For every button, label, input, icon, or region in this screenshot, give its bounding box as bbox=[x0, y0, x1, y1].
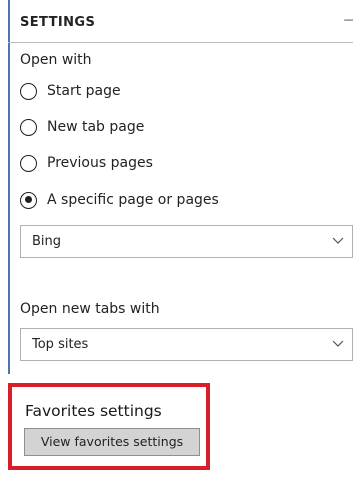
radio-previous-pages[interactable]: Previous pages bbox=[20, 152, 153, 174]
chevron-down-icon bbox=[332, 237, 344, 244]
radio-new-tab-page[interactable]: New tab page bbox=[20, 116, 144, 138]
pin-icon[interactable]: ⊣ bbox=[343, 13, 353, 29]
radio-icon[interactable] bbox=[20, 154, 37, 172]
open-new-tabs-label: Open new tabs with bbox=[20, 301, 160, 317]
open-with-label: Open with bbox=[20, 52, 92, 68]
specific-page-select[interactable]: Bing bbox=[20, 225, 353, 258]
select-value: Top sites bbox=[32, 337, 89, 352]
favorites-settings-heading: Favorites settings bbox=[25, 402, 162, 420]
settings-header: SETTINGS ⊣ bbox=[18, 0, 353, 44]
view-favorites-settings-button[interactable]: View favorites settings bbox=[24, 428, 200, 456]
new-tabs-select[interactable]: Top sites bbox=[20, 328, 353, 361]
radio-label: Previous pages bbox=[47, 155, 153, 171]
radio-icon[interactable] bbox=[20, 82, 37, 100]
chevron-down-icon bbox=[332, 340, 344, 347]
radio-icon[interactable] bbox=[20, 118, 37, 136]
select-value: Bing bbox=[32, 234, 62, 249]
settings-title: SETTINGS bbox=[20, 15, 96, 30]
header-divider bbox=[8, 42, 353, 43]
radio-start-page[interactable]: Start page bbox=[20, 80, 121, 102]
radio-label: A specific page or pages bbox=[47, 192, 219, 208]
radio-checked-icon[interactable] bbox=[20, 191, 37, 209]
radio-label: New tab page bbox=[47, 119, 145, 135]
favorites-highlight-box: Favorites settings View favorites settin… bbox=[8, 383, 210, 470]
radio-label: Start page bbox=[47, 83, 121, 99]
panel-left-border bbox=[8, 0, 10, 374]
radio-specific-pages[interactable]: A specific page or pages bbox=[20, 189, 219, 211]
